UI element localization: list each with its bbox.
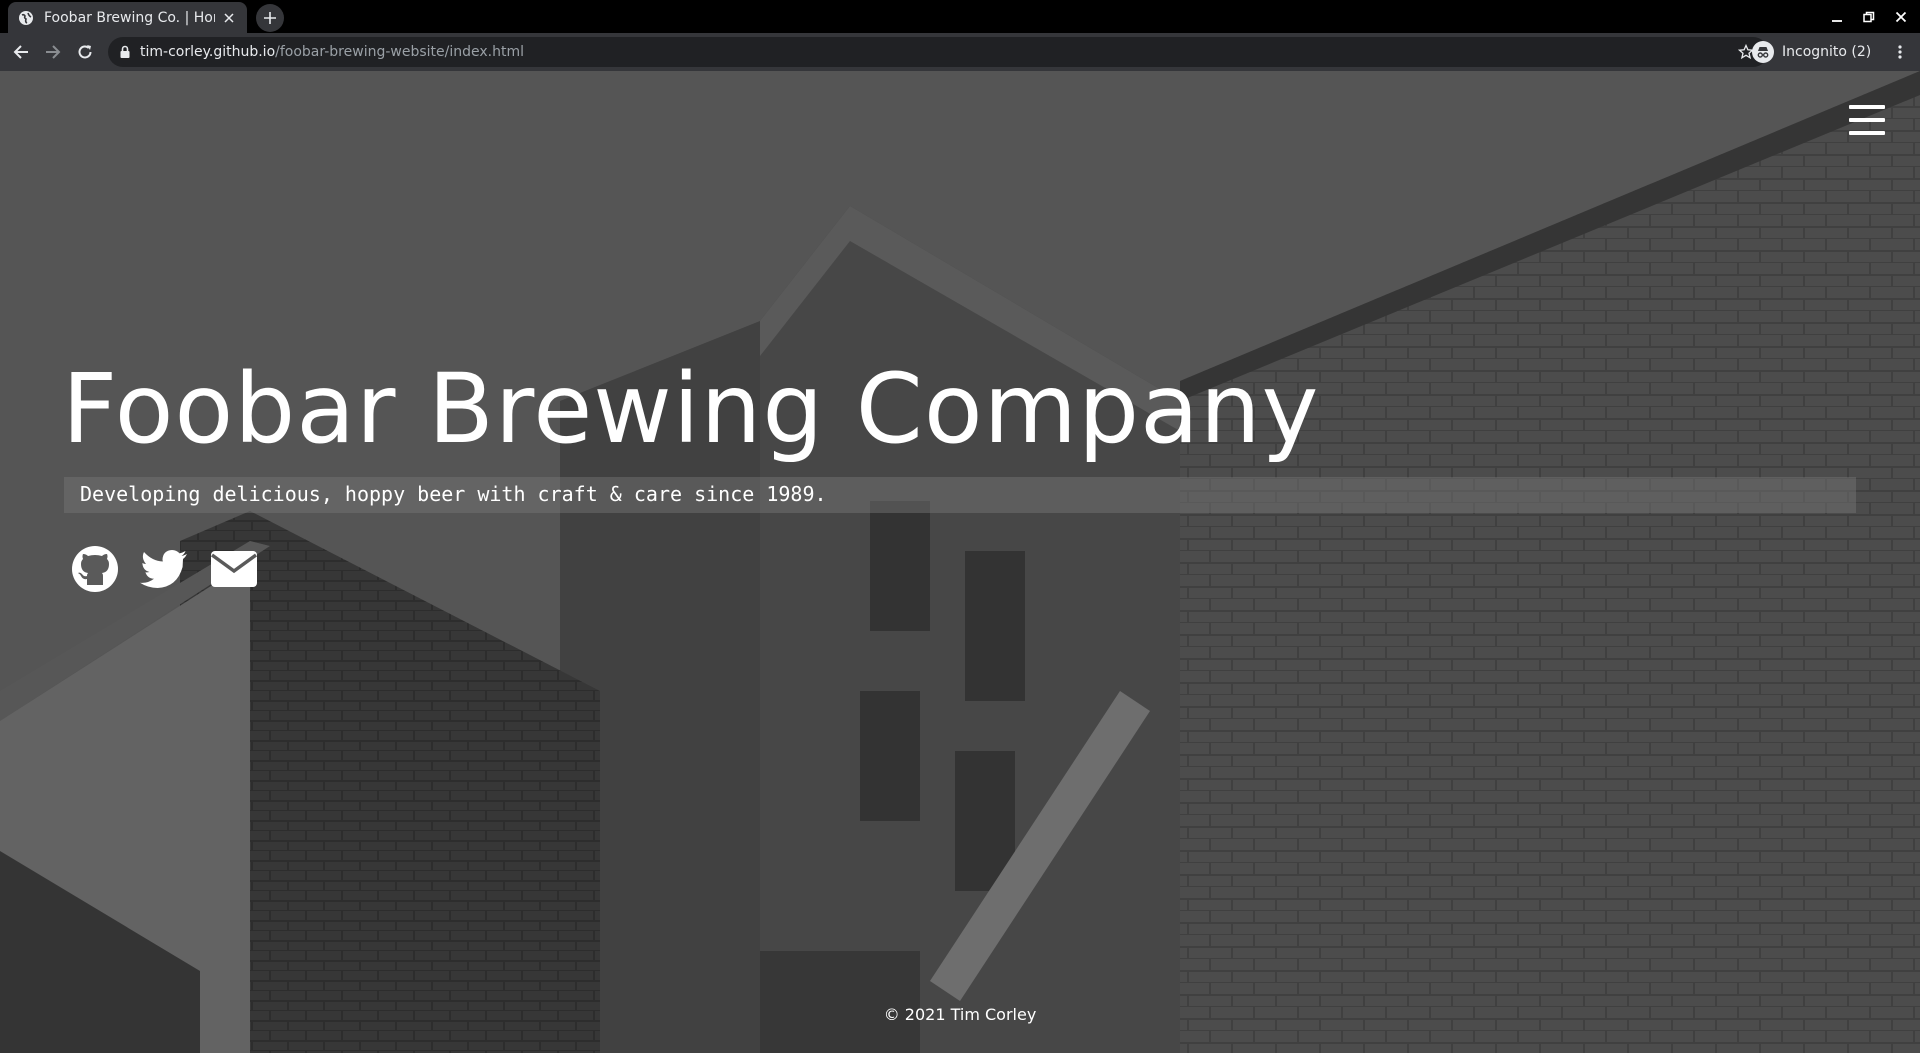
- url-text: tim-corley.github.io/foobar-brewing-webs…: [140, 44, 524, 60]
- close-window-button[interactable]: [1892, 8, 1910, 26]
- address-bar[interactable]: tim-corley.github.io/foobar-brewing-webs…: [108, 37, 1768, 67]
- hamburger-menu-button[interactable]: [1849, 105, 1885, 135]
- browser-menu-button[interactable]: [1890, 42, 1910, 62]
- forward-button[interactable]: [43, 42, 63, 62]
- arrow-right-icon: [46, 45, 61, 59]
- plus-icon: [264, 12, 276, 24]
- page-viewport: Foobar Brewing Company Developing delici…: [0, 71, 1920, 1053]
- envelope-icon: [210, 551, 258, 587]
- restore-window-button[interactable]: [1860, 8, 1878, 26]
- hamburger-bar: [1849, 105, 1885, 109]
- close-icon: [1895, 11, 1907, 23]
- browser-tabstrip: Foobar Brewing Co. | Hom: [0, 0, 1920, 33]
- kebab-menu-icon: [1898, 45, 1902, 59]
- twitter-link[interactable]: [139, 544, 189, 594]
- arrow-left-icon: [13, 45, 28, 59]
- hero-tagline: Developing delicious, hoppy beer with cr…: [80, 482, 827, 506]
- browser-toolbar: tim-corley.github.io/foobar-brewing-webs…: [0, 33, 1920, 71]
- twitter-icon: [140, 550, 187, 588]
- tab-title: Foobar Brewing Co. | Hom: [44, 9, 215, 26]
- hamburger-bar: [1849, 118, 1885, 122]
- reload-icon: [78, 45, 92, 59]
- minimize-icon: [1832, 20, 1842, 22]
- url-host: tim-corley.github.io: [140, 44, 276, 60]
- restore-icon: [1863, 11, 1875, 23]
- back-button[interactable]: [11, 42, 31, 62]
- email-link[interactable]: [209, 544, 259, 594]
- github-link[interactable]: [70, 544, 120, 594]
- incognito-profile-button[interactable]: Incognito (2): [1746, 38, 1883, 66]
- footer-copyright: © 2021 Tim Corley: [883, 1005, 1037, 1024]
- hero-title: Foobar Brewing Company: [62, 353, 1320, 465]
- reload-button[interactable]: [75, 42, 95, 62]
- globe-icon: [19, 10, 33, 25]
- browser-tab[interactable]: Foobar Brewing Co. | Hom: [8, 2, 247, 33]
- url-path: /foobar-brewing-website/index.html: [275, 44, 524, 60]
- incognito-icon: [1752, 41, 1774, 63]
- background-dim-overlay: [0, 71, 1920, 1053]
- incognito-label: Incognito (2): [1782, 44, 1872, 60]
- lock-icon: [120, 45, 130, 58]
- close-tab-icon[interactable]: [221, 10, 237, 26]
- new-tab-button[interactable]: [256, 4, 284, 32]
- github-icon: [72, 546, 118, 592]
- minimize-window-button[interactable]: [1828, 8, 1846, 26]
- hamburger-bar: [1849, 131, 1885, 135]
